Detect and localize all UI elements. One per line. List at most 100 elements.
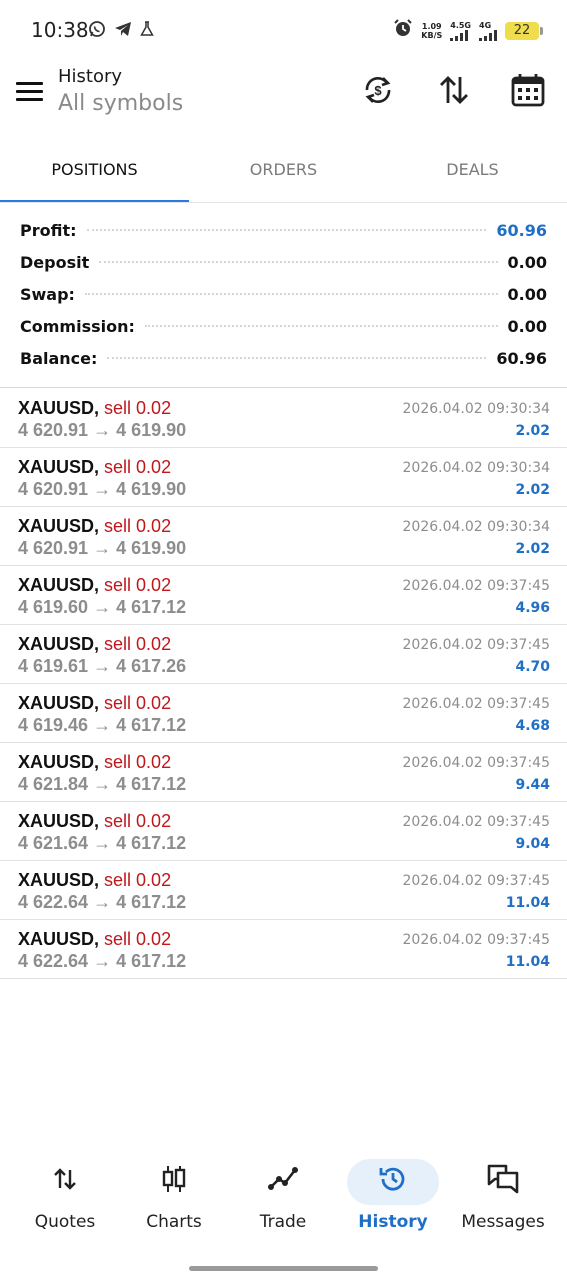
deal-profit: 4.68 (515, 718, 550, 734)
summary-row-balance: Balance: 60.96 (0, 342, 567, 374)
symbol-filter[interactable]: All symbols (58, 91, 183, 116)
deal-symbol: XAUUSD, sell 0.02 (18, 398, 172, 418)
deal-profit: 4.96 (515, 600, 550, 616)
deal-side: sell 0.02 (104, 398, 172, 418)
list-item[interactable]: XAUUSD, sell 0.02 4 621.84 → 4 617.12 20… (0, 743, 567, 802)
nav-messages[interactable]: Messages (448, 1150, 558, 1240)
sort-button[interactable] (434, 72, 474, 112)
deal-symbol: XAUUSD, sell 0.02 (18, 575, 172, 595)
app-bar: History All symbols $ (0, 62, 567, 134)
list-item[interactable]: XAUUSD, sell 0.02 4 620.91 → 4 619.90 20… (0, 448, 567, 507)
deal-prices: 4 622.64 → 4 617.12 (18, 892, 187, 912)
deal-profit: 2.02 (515, 482, 550, 498)
signal-strength-1: 4.5G (450, 21, 471, 41)
telegram-icon (114, 20, 132, 43)
nav-quotes[interactable]: Quotes (10, 1150, 120, 1240)
deal-profit: 11.04 (505, 954, 550, 970)
nav-history[interactable]: History (338, 1150, 448, 1240)
summary-label: Swap: (20, 284, 75, 304)
home-indicator[interactable] (189, 1266, 378, 1271)
battery-level: 22 (513, 23, 531, 38)
deal-time: 2026.04.02 09:37:45 (402, 932, 551, 948)
bottom-navigation: Quotes Charts Trade History Messages (0, 1150, 567, 1250)
deal-symbol: XAUUSD, sell 0.02 (18, 457, 172, 477)
tab-orders[interactable]: ORDERS (189, 134, 378, 203)
list-item[interactable]: XAUUSD, sell 0.02 4 619.60 → 4 617.12 20… (0, 566, 567, 625)
deal-time: 2026.04.02 09:37:45 (402, 696, 551, 712)
nav-charts[interactable]: Charts (119, 1150, 229, 1240)
deal-symbol: XAUUSD, sell 0.02 (18, 516, 172, 536)
deal-prices: 4 622.64 → 4 617.12 (18, 951, 187, 971)
summary-panel: Profit: 60.96 Deposit 0.00 Swap: 0.00 Co… (0, 214, 567, 374)
list-item[interactable]: XAUUSD, sell 0.02 4 619.61 → 4 617.26 20… (0, 625, 567, 684)
deal-symbol: XAUUSD, sell 0.02 (18, 634, 172, 654)
summary-value: 0.00 (507, 284, 547, 304)
deal-profit: 4.70 (515, 659, 550, 675)
summary-label: Deposit (20, 252, 90, 272)
candlestick-icon (157, 1162, 191, 1196)
deal-side: sell 0.02 (104, 516, 172, 536)
summary-value: 60.96 (496, 348, 547, 368)
nav-label: Quotes (34, 1212, 96, 1232)
deal-prices: 4 621.64 → 4 617.12 (18, 833, 187, 853)
calendar-button[interactable] (508, 72, 548, 112)
deal-time: 2026.04.02 09:37:45 (402, 755, 551, 771)
nav-label: History (358, 1212, 428, 1232)
deal-time: 2026.04.02 09:30:34 (402, 460, 551, 476)
deal-symbol: XAUUSD, sell 0.02 (18, 929, 172, 949)
signal-bars-icon (479, 29, 497, 41)
nav-label: Charts (146, 1212, 202, 1232)
history-clock-icon (376, 1162, 410, 1196)
list-item[interactable]: XAUUSD, sell 0.02 4 621.64 → 4 617.12 20… (0, 802, 567, 861)
deal-side: sell 0.02 (104, 634, 172, 654)
chat-bubbles-icon (486, 1162, 520, 1196)
summary-label: Balance: (20, 348, 98, 368)
deal-side: sell 0.02 (104, 811, 172, 831)
tab-positions[interactable]: POSITIONS (0, 134, 189, 203)
deal-side: sell 0.02 (104, 457, 172, 477)
deal-prices: 4 619.61 → 4 617.26 (18, 656, 187, 676)
page-title: History (58, 66, 123, 87)
deal-symbol: XAUUSD, sell 0.02 (18, 811, 172, 831)
list-item[interactable]: XAUUSD, sell 0.02 4 619.46 → 4 617.12 20… (0, 684, 567, 743)
deal-side: sell 0.02 (104, 929, 172, 949)
battery-icon: 22 (505, 21, 543, 40)
signal-strength-2: 4G (479, 21, 497, 41)
history-tabs: POSITIONS ORDERS DEALS (0, 134, 567, 203)
deal-prices: 4 621.84 → 4 617.12 (18, 774, 187, 794)
summary-label: Commission: (20, 316, 135, 336)
list-item[interactable]: XAUUSD, sell 0.02 4 620.91 → 4 619.90 20… (0, 389, 567, 448)
divider (0, 202, 567, 203)
deal-symbol: XAUUSD, sell 0.02 (18, 693, 172, 713)
summary-label: Profit: (20, 220, 77, 240)
arrow-right-icon: → (93, 715, 112, 735)
deal-symbol: XAUUSD, sell 0.02 (18, 870, 172, 890)
hamburger-menu-icon[interactable] (16, 82, 43, 104)
deal-time: 2026.04.02 09:37:45 (402, 637, 551, 653)
currency-sync-button[interactable]: $ (358, 72, 398, 112)
title-block[interactable]: History All symbols (58, 66, 183, 116)
arrow-right-icon: → (93, 479, 112, 499)
dotted-leader (84, 293, 498, 295)
summary-row-commission: Commission: 0.00 (0, 310, 567, 342)
deal-prices: 4 619.46 → 4 617.12 (18, 715, 187, 735)
deal-profit: 2.02 (515, 423, 550, 439)
whatsapp-icon (88, 20, 106, 43)
summary-value: 60.96 (496, 220, 547, 240)
list-item[interactable]: XAUUSD, sell 0.02 4 620.91 → 4 619.90 20… (0, 507, 567, 566)
list-item[interactable]: XAUUSD, sell 0.02 4 622.64 → 4 617.12 20… (0, 920, 567, 979)
summary-value: 0.00 (507, 252, 547, 272)
dotted-leader (86, 229, 487, 231)
summary-row-deposit: Deposit 0.00 (0, 246, 567, 278)
arrow-right-icon: → (93, 538, 112, 558)
calendar-icon (510, 72, 546, 113)
deal-prices: 4 620.91 → 4 619.90 (18, 538, 187, 558)
deal-time: 2026.04.02 09:37:45 (402, 578, 551, 594)
list-item[interactable]: XAUUSD, sell 0.02 4 622.64 → 4 617.12 20… (0, 861, 567, 920)
deal-symbol: XAUUSD, sell 0.02 (18, 752, 172, 772)
nav-trade[interactable]: Trade (228, 1150, 338, 1240)
arrow-right-icon: → (93, 656, 112, 676)
quotes-arrows-icon (48, 1162, 82, 1196)
tab-deals[interactable]: DEALS (378, 134, 567, 203)
status-time: 10:38 (31, 18, 89, 42)
